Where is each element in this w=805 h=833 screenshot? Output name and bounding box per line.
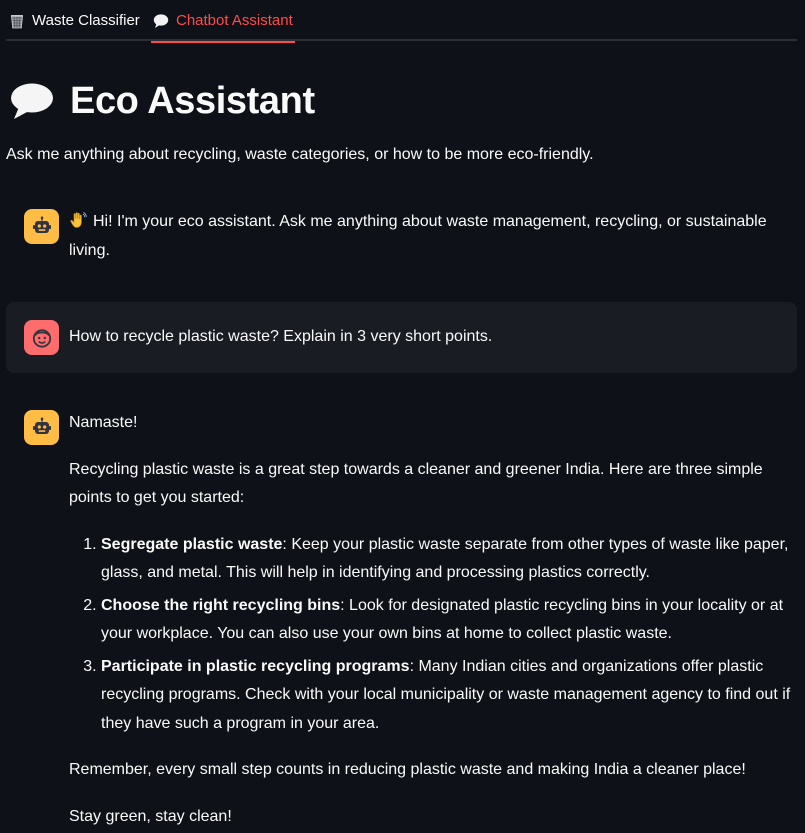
answer-signoff: Stay green, stay clean!: [69, 807, 232, 825]
chat-message-assistant: Namaste! Recycling plastic waste is a gr…: [6, 395, 797, 833]
point-title: Segregate plastic waste: [101, 535, 283, 553]
list-item: Segregate plastic waste: Keep your plast…: [101, 531, 791, 588]
robot-icon: [32, 216, 51, 233]
robot-icon: [32, 417, 51, 434]
answer-greeting: Namaste!: [69, 414, 138, 431]
speech-balloon-icon: [10, 82, 54, 120]
app-root: Waste Classifier Chatbot Assistant Eco A…: [0, 0, 805, 833]
assistant-avatar: [24, 410, 59, 445]
chat-message-user: How to recycle plastic waste? Explain in…: [6, 302, 797, 373]
tab-chatbot-assistant[interactable]: Chatbot Assistant: [151, 0, 295, 43]
tab-waste-classifier-label: Waste Classifier: [32, 12, 140, 29]
message-text: Namaste! Recycling plastic waste is a gr…: [69, 409, 791, 831]
tab-bar: Waste Classifier Chatbot Assistant: [6, 0, 797, 43]
list-item: Participate in plastic recycling program…: [101, 653, 791, 739]
assistant-greeting-text: Hi! I'm your eco assistant. Ask me anyth…: [69, 213, 767, 259]
tab-waste-classifier[interactable]: Waste Classifier: [9, 0, 140, 41]
message-text: How to recycle plastic waste? Explain in…: [69, 323, 791, 352]
chat-message-assistant: Hi! I'm your eco assistant. Ask me anyth…: [6, 195, 797, 287]
point-title: Participate in plastic recycling program…: [101, 657, 410, 675]
speech-balloon-icon: [153, 13, 169, 29]
waving-hand-icon: [69, 211, 87, 229]
answer-closing: Remember, every small step counts in red…: [69, 761, 746, 778]
answer-points-list: Segregate plastic waste: Keep your plast…: [69, 531, 791, 739]
page-header: Eco Assistant: [10, 78, 315, 124]
assistant-avatar: [24, 209, 59, 244]
answer-intro: Recycling plastic waste is a great step …: [69, 460, 763, 507]
point-title: Choose the right recycling bins: [101, 596, 341, 614]
page-subtitle: Ask me anything about recycling, waste c…: [6, 146, 594, 163]
tab-chatbot-assistant-label: Chatbot Assistant: [176, 12, 293, 29]
user-question-text: How to recycle plastic waste? Explain in…: [69, 328, 493, 345]
page-title: Eco Assistant: [70, 79, 315, 122]
list-item: Choose the right recycling bins: Look fo…: [101, 592, 791, 649]
message-text: Hi! I'm your eco assistant. Ask me anyth…: [69, 208, 791, 265]
smiley-face-icon: [32, 328, 51, 348]
wastebasket-icon: [9, 13, 25, 29]
user-avatar: [24, 320, 59, 355]
